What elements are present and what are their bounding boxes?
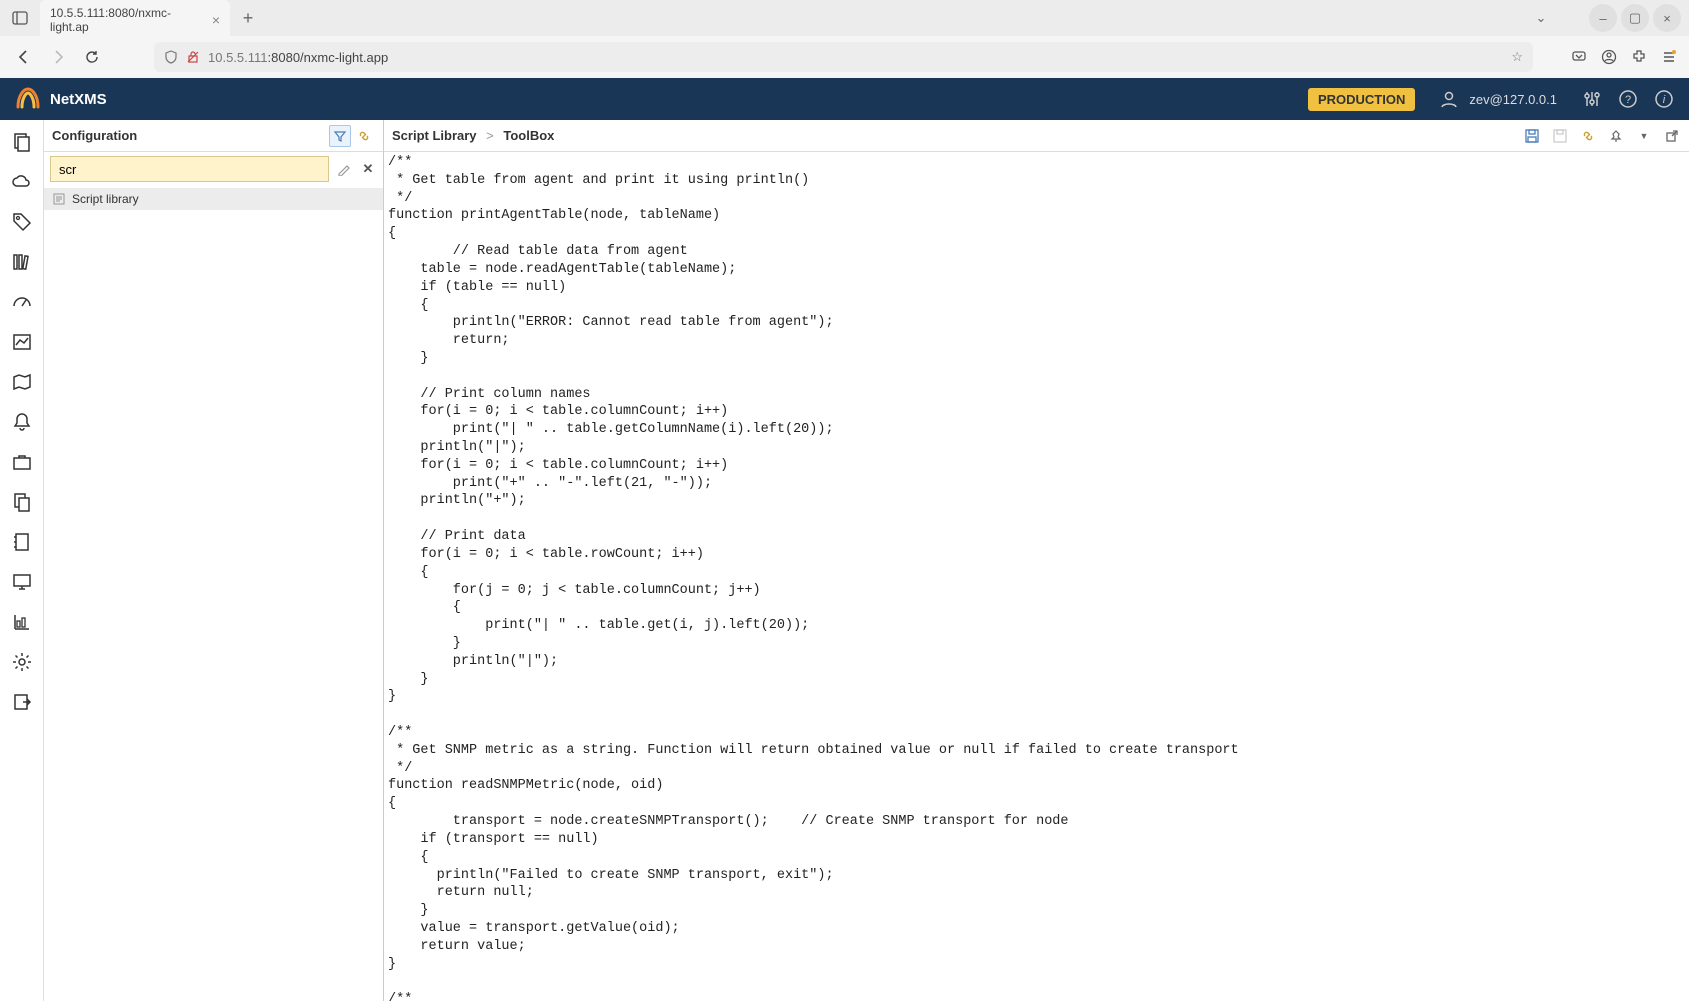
app-menu-icon[interactable]: [1661, 49, 1677, 65]
rail-notebook-icon[interactable]: [6, 526, 38, 558]
tab-title: 10.5.5.111:8080/nxmc-light.ap: [50, 6, 204, 34]
user-icon: [1439, 89, 1459, 109]
filter-row: ✕: [44, 152, 383, 186]
tree-item-script-library[interactable]: Script library: [44, 188, 383, 210]
rail-monitor-icon[interactable]: [6, 566, 38, 598]
close-tab-icon[interactable]: ×: [212, 12, 220, 28]
rail-chart-icon[interactable]: [6, 326, 38, 358]
filter-toggle-icon[interactable]: [329, 125, 351, 147]
rail-analytics-icon[interactable]: [6, 606, 38, 638]
shield-icon[interactable]: [164, 50, 178, 64]
browser-sidebar-toggle[interactable]: [8, 6, 32, 30]
new-tab-button[interactable]: +: [234, 4, 262, 32]
breadcrumb-root[interactable]: Script Library: [392, 128, 477, 143]
nav-rail: [0, 120, 44, 1001]
rail-files-icon[interactable]: [6, 126, 38, 158]
compile-link-icon[interactable]: [1579, 127, 1597, 145]
code-editor[interactable]: /** * Get table from agent and print it …: [384, 152, 1689, 1001]
app-name: NetXMS: [50, 91, 107, 108]
rail-map-icon[interactable]: [6, 366, 38, 398]
rail-gauge-icon[interactable]: [6, 286, 38, 318]
close-window-button[interactable]: ×: [1653, 4, 1681, 32]
pin-dropdown-icon[interactable]: ▼: [1635, 127, 1653, 145]
script-icon: [52, 192, 66, 206]
sidebar-title: Configuration: [52, 128, 137, 143]
save-disabled-icon: [1551, 127, 1569, 145]
main-area: Configuration ✕ Script library Script Li…: [0, 120, 1689, 1001]
rail-bell-icon[interactable]: [6, 406, 38, 438]
editor-area: Script Library > ToolBox ▼ /** * Get tab…: [384, 120, 1689, 1001]
clear-filter-x-icon[interactable]: ✕: [359, 160, 377, 178]
extensions-icon[interactable]: [1631, 49, 1647, 65]
breadcrumb: Script Library > ToolBox: [392, 128, 554, 143]
pin-icon[interactable]: [1607, 127, 1625, 145]
url-bar[interactable]: 10.5.5.111:8080/nxmc-light.app ☆: [154, 42, 1533, 72]
browser-tab[interactable]: 10.5.5.111:8080/nxmc-light.ap ×: [40, 0, 230, 40]
editor-header: Script Library > ToolBox ▼: [384, 120, 1689, 152]
reload-button[interactable]: [80, 45, 104, 69]
browser-nav-bar: 10.5.5.111:8080/nxmc-light.app ☆: [0, 36, 1689, 78]
rail-export-icon[interactable]: [6, 686, 38, 718]
rail-copy-icon[interactable]: [6, 486, 38, 518]
bookmark-star-icon[interactable]: ☆: [1511, 49, 1523, 65]
pocket-icon[interactable]: [1571, 49, 1587, 65]
sidebar-header: Configuration: [44, 120, 383, 152]
clear-filter-pencil-icon[interactable]: [335, 160, 353, 178]
rail-cloud-icon[interactable]: [6, 166, 38, 198]
back-button[interactable]: [12, 45, 36, 69]
popout-icon[interactable]: [1663, 127, 1681, 145]
tree-item-label: Script library: [72, 192, 139, 206]
help-icon[interactable]: ?: [1617, 88, 1639, 110]
rail-gear-icon[interactable]: [6, 646, 38, 678]
filter-input[interactable]: [50, 156, 329, 182]
app-header: NetXMS PRODUCTION zev@127.0.0.1 ? i: [0, 78, 1689, 120]
env-badge: PRODUCTION: [1308, 88, 1415, 111]
link-icon[interactable]: [353, 125, 375, 147]
info-icon[interactable]: i: [1653, 88, 1675, 110]
minimize-button[interactable]: –: [1589, 4, 1617, 32]
account-icon[interactable]: [1601, 49, 1617, 65]
rail-library-icon[interactable]: [6, 246, 38, 278]
user-menu[interactable]: zev@127.0.0.1: [1439, 89, 1557, 109]
url-text: 10.5.5.111:8080/nxmc-light.app: [208, 50, 388, 65]
forward-button[interactable]: [46, 45, 70, 69]
sidebar: Configuration ✕ Script library: [44, 120, 384, 1001]
breadcrumb-current: ToolBox: [503, 128, 554, 143]
browser-tab-strip: 10.5.5.111:8080/nxmc-light.ap × + ⌄ – ▢ …: [0, 0, 1689, 36]
list-tabs-icon[interactable]: ⌄: [1527, 4, 1555, 32]
config-tree: Script library: [44, 186, 383, 212]
user-label: zev@127.0.0.1: [1469, 92, 1557, 107]
svg-text:?: ?: [1625, 94, 1631, 106]
maximize-button[interactable]: ▢: [1621, 4, 1649, 32]
settings-sliders-icon[interactable]: [1581, 88, 1603, 110]
svg-text:i: i: [1663, 94, 1666, 106]
app-logo-icon: [14, 85, 42, 113]
lock-insecure-icon[interactable]: [186, 50, 200, 64]
rail-briefcase-icon[interactable]: [6, 446, 38, 478]
save-icon[interactable]: [1523, 127, 1541, 145]
rail-tag-icon[interactable]: [6, 206, 38, 238]
breadcrumb-separator: >: [486, 128, 494, 143]
